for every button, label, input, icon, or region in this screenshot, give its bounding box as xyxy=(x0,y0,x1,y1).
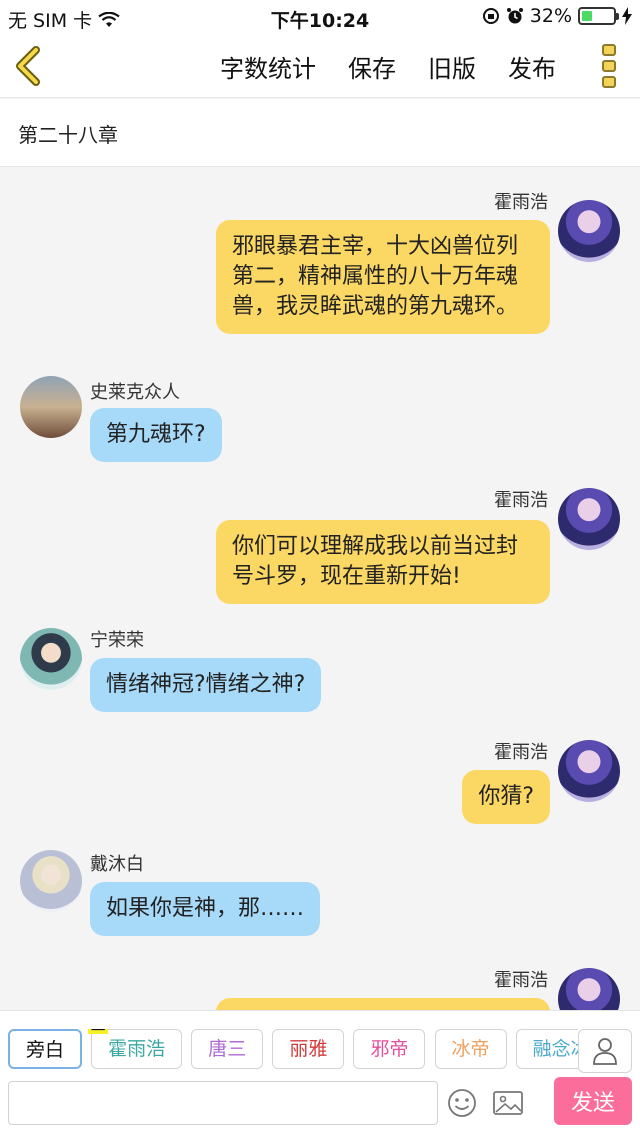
character-chip-huo-yuhao[interactable]: 主霍雨浩 xyxy=(88,1029,183,1069)
chat-area[interactable]: 霍雨浩 邪眼暴君主宰，十大凶兽位列第二，精神属性的八十万年魂兽，我灵眸武魂的第九… xyxy=(0,168,640,1010)
avatar[interactable] xyxy=(558,968,620,1010)
more-dot-icon xyxy=(602,60,616,72)
chapter-title[interactable]: 第二十八章 xyxy=(0,99,640,167)
battery-icon xyxy=(578,7,619,25)
message-bubble[interactable] xyxy=(216,998,550,1010)
character-manage-button[interactable] xyxy=(578,1029,632,1073)
message-bubble[interactable]: 情绪神冠?情绪之神? xyxy=(90,658,322,712)
character-chip-bing-di[interactable]: 冰帝 xyxy=(434,1029,507,1069)
character-chip-label: 融念冰 xyxy=(532,1038,578,1060)
character-selector[interactable]: 旁白 主霍雨浩 唐三 丽雅 邪帝 冰帝 融念冰 xyxy=(8,1029,578,1073)
back-button[interactable] xyxy=(10,44,50,88)
old-version-button[interactable]: 旧版 xyxy=(428,49,476,84)
sender-name: 霍雨浩 xyxy=(494,490,548,511)
more-dot-icon xyxy=(602,76,616,88)
sender-name: 戴沐白 xyxy=(90,854,144,875)
nav-bar: 字数统计 保存 旧版 发布 xyxy=(0,34,640,98)
send-button[interactable]: 发送 xyxy=(554,1077,632,1125)
avatar[interactable] xyxy=(558,740,620,802)
chevron-left-icon xyxy=(16,46,40,86)
character-chip-label: 冰帝 xyxy=(451,1038,490,1060)
sender-name: 宁荣荣 xyxy=(90,630,144,651)
character-chip-label: 旁白 xyxy=(26,1039,65,1061)
charging-icon xyxy=(622,7,632,25)
composer-row: 发送 xyxy=(8,1077,632,1125)
character-chip-label: 霍雨浩 xyxy=(108,1038,166,1060)
avatar[interactable] xyxy=(20,850,82,912)
save-button[interactable]: 保存 xyxy=(348,49,396,84)
word-count-button[interactable]: 字数统计 xyxy=(220,49,316,84)
character-chip-tang-san[interactable]: 唐三 xyxy=(191,1029,264,1069)
orientation-lock-icon xyxy=(482,8,499,24)
nav-actions: 字数统计 保存 旧版 发布 xyxy=(220,34,556,98)
character-chip-li-ya[interactable]: 丽雅 xyxy=(272,1029,345,1069)
emoji-button[interactable] xyxy=(444,1085,480,1121)
message-bubble[interactable]: 你们可以理解成我以前当过封号斗罗，现在重新开始! xyxy=(216,520,550,604)
image-button[interactable] xyxy=(490,1085,526,1121)
message-bubble[interactable]: 你猜? xyxy=(462,770,550,824)
sender-name: 霍雨浩 xyxy=(494,742,548,763)
message-bubble[interactable]: 邪眼暴君主宰，十大凶兽位列第二，精神属性的八十万年魂兽，我灵眸武魂的第九魂环。 xyxy=(216,220,550,334)
more-dot-icon xyxy=(602,44,616,56)
character-chip-label: 唐三 xyxy=(208,1038,247,1060)
main-character-badge: 主 xyxy=(88,1029,109,1034)
character-chip-xie-di[interactable]: 邪帝 xyxy=(353,1029,426,1069)
avatar[interactable] xyxy=(558,488,620,550)
user-icon xyxy=(593,1038,617,1065)
message-bubble[interactable]: 第九魂环? xyxy=(90,408,222,462)
app-root: 无 SIM 卡 下午10:24 32% 字数统计 保存 旧版 发布 第二十八章 … xyxy=(0,0,640,1138)
battery-level xyxy=(582,11,592,21)
sender-name: 史莱克众人 xyxy=(90,382,180,403)
avatar[interactable] xyxy=(558,200,620,262)
composer-panel: 旁白 主霍雨浩 唐三 丽雅 邪帝 冰帝 融念冰 xyxy=(0,1010,640,1138)
character-chip-narrator[interactable]: 旁白 xyxy=(8,1029,83,1069)
publish-button[interactable]: 发布 xyxy=(508,49,556,84)
battery-percent: 32% xyxy=(529,5,572,27)
alarm-icon xyxy=(506,8,523,24)
character-chip-label: 丽雅 xyxy=(289,1038,328,1060)
avatar[interactable] xyxy=(20,628,82,690)
image-icon xyxy=(493,1091,523,1115)
message-input[interactable] xyxy=(8,1081,438,1125)
message-bubble[interactable]: 如果你是神，那…… xyxy=(90,882,321,936)
character-chip-rong-nianbing[interactable]: 融念冰 xyxy=(515,1029,578,1069)
avatar[interactable] xyxy=(20,376,82,438)
sender-name: 霍雨浩 xyxy=(494,970,548,991)
more-menu-button[interactable] xyxy=(602,44,618,88)
character-chip-label: 邪帝 xyxy=(370,1038,409,1060)
emoji-icon xyxy=(448,1089,476,1117)
sender-name: 霍雨浩 xyxy=(494,192,548,213)
status-bar: 无 SIM 卡 下午10:24 32% xyxy=(0,0,640,34)
